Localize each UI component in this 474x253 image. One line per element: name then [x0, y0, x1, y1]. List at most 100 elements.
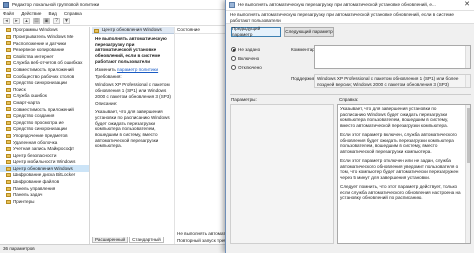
tree-item-label: Проигрыватель Windows Me	[13, 34, 74, 40]
tree-item[interactable]: Служба веб-отчетов об ошибках	[0, 60, 89, 67]
supported-on-text: Windows XP Professional с пакетом обновл…	[317, 76, 459, 87]
comment-scrollbar[interactable]	[465, 46, 470, 68]
help-paragraph: Если этот параметр отключен или не задан…	[340, 157, 459, 181]
editor-title: Редактор локальной групповой политики	[12, 1, 100, 7]
folder-icon	[6, 114, 11, 119]
radio-disabled[interactable]	[231, 65, 236, 71]
radio-enabled[interactable]	[231, 56, 236, 62]
details-policy-title: Не выполнять автоматическую перезагрузку…	[95, 36, 167, 64]
supported-scrollbar[interactable]	[465, 75, 470, 87]
radio-disabled-label: Отключено	[238, 65, 262, 70]
radio-enabled-label: Включено	[238, 56, 260, 61]
details-edit-prefix: Изменить	[95, 66, 116, 72]
tree-item[interactable]: Сообщество рабочих столов	[0, 73, 89, 80]
back-icon[interactable]: ◂	[3, 18, 10, 24]
tree-item[interactable]: Средство создания	[0, 113, 89, 120]
comment-textarea[interactable]	[314, 45, 471, 69]
folder-icon	[6, 179, 11, 184]
tree-item[interactable]: Панель управления	[0, 185, 89, 192]
folder-icon	[6, 140, 11, 145]
radio-disabled-row[interactable]: Отключено	[231, 65, 262, 71]
menu-view[interactable]: Вид	[49, 11, 57, 17]
tree-item-label: Средство синхронизации	[13, 80, 67, 86]
tree-item[interactable]: Удаленная оболочка	[0, 139, 89, 146]
tree-item[interactable]: Совместимость приложений	[0, 106, 89, 113]
tree-item[interactable]: Средство синхронизации	[0, 80, 89, 87]
tree-item[interactable]: Средство синхронизации	[0, 126, 89, 133]
tree-item[interactable]: Свойства интернет	[0, 53, 89, 60]
tree-item[interactable]: Центр безопасности	[0, 152, 89, 159]
folder-icon	[6, 193, 11, 198]
tree-item[interactable]: Упорядочение предметов	[0, 133, 89, 140]
tree-item-label: Панель управления	[13, 185, 56, 191]
tab-standard[interactable]: Стандартный	[129, 237, 164, 243]
folder-icon	[6, 107, 11, 112]
tree-item[interactable]: Поиск	[0, 86, 89, 93]
folder-icon	[6, 199, 11, 204]
tree-item[interactable]: Панель задач	[0, 192, 89, 199]
tree-item[interactable]: Совместимость приложений	[0, 67, 89, 74]
folder-icon	[6, 54, 11, 59]
policy-tree[interactable]: Программы Windows Проигрыватель Windows M…	[0, 27, 90, 244]
folder-icon	[6, 173, 11, 178]
menu-file[interactable]: Файл	[3, 11, 14, 17]
tree-item[interactable]: Шифрование файлов	[0, 179, 89, 186]
tree-item-label: Шифрование диска BitLocker	[13, 172, 76, 178]
help-paragraph: Если этот параметр включен, служба автом…	[340, 131, 457, 155]
radio-not-configured-row[interactable]: Не задано	[231, 47, 260, 53]
folder-icon	[6, 67, 11, 72]
tree-item-label: Центр безопасности	[13, 152, 57, 158]
status-text: 36 параметров	[3, 246, 35, 252]
view-tabs: Расширенный Стандартный	[92, 237, 182, 244]
tree-item[interactable]: Шифрование диска BitLocker	[0, 172, 89, 179]
help-scroll-thumb[interactable]	[467, 108, 470, 163]
help-scrollbar[interactable]	[465, 105, 470, 243]
edit-policy-link[interactable]: параметр политики	[117, 67, 158, 72]
menu-action[interactable]: Действие	[21, 11, 41, 17]
tree-item[interactable]: Проигрыватель Windows Me	[0, 34, 89, 41]
tree-item[interactable]: Центр мобильности Windows	[0, 159, 89, 166]
tree-item[interactable]: Учетная запись Майкрософт	[0, 146, 89, 153]
tree-item-label: Сообщество рабочих столов	[13, 73, 75, 79]
previous-setting-button[interactable]: Предыдущий параметр	[231, 26, 281, 37]
dialog-title: Не выполнять автоматическую перезагрузку…	[238, 2, 436, 8]
radio-enabled-row[interactable]: Включено	[231, 56, 259, 62]
tree-item[interactable]: Смарт-карта	[0, 100, 89, 107]
tree-item[interactable]: Расположение и датчики	[0, 40, 89, 47]
tree-item-label: Учетная запись Майкрософт	[13, 146, 75, 152]
radio-not-configured[interactable]	[231, 47, 236, 53]
close-icon[interactable]: ✕	[460, 0, 474, 10]
tree-item-label: Служба ошибок	[13, 93, 47, 99]
tree-item[interactable]: Резервное копирование	[0, 47, 89, 54]
next-setting-button[interactable]: Следующий параметр	[284, 27, 334, 37]
menu-help[interactable]: Справка	[64, 11, 82, 17]
dialog-header-text: Не выполнять автоматическую перезагрузку…	[230, 12, 454, 23]
tree-item-label: Совместимость приложений	[13, 66, 74, 72]
folder-icon	[6, 41, 11, 46]
tree-item-label: Принтеры	[13, 198, 35, 204]
tree-item-label: Резервное копирование	[13, 47, 65, 53]
tree-item[interactable]: Средство просмотра ие	[0, 119, 89, 126]
folder-icon	[6, 120, 11, 125]
filter-icon[interactable]: ▼	[63, 18, 70, 24]
folder-icon	[6, 127, 11, 132]
tree-item[interactable]: Служба ошибок	[0, 93, 89, 100]
folder-icon	[6, 133, 11, 138]
tree-item[interactable]: Центр обновления Windows	[0, 165, 89, 173]
properties-icon[interactable]: ▣	[43, 18, 50, 24]
help-label: Справка:	[339, 97, 359, 102]
folder-icon	[6, 153, 11, 158]
help-icon[interactable]: ?	[53, 18, 60, 24]
tab-extended[interactable]: Расширенный	[92, 237, 129, 243]
folder-icon	[6, 28, 11, 33]
folder-icon	[6, 100, 11, 105]
tree-item[interactable]: Принтеры	[0, 198, 89, 205]
up-folder-icon[interactable]: ▴	[23, 18, 30, 24]
details-description-label: Описание:	[95, 101, 118, 107]
details-edit-line: Изменить параметр политики	[92, 65, 174, 73]
tree-item[interactable]: Программы Windows	[0, 27, 89, 34]
show-tree-icon[interactable]: ▤	[33, 18, 40, 24]
tree-item-label: Упорядочение предметов	[13, 132, 68, 138]
forward-icon[interactable]: ▸	[13, 18, 20, 24]
section-divider	[230, 94, 471, 95]
